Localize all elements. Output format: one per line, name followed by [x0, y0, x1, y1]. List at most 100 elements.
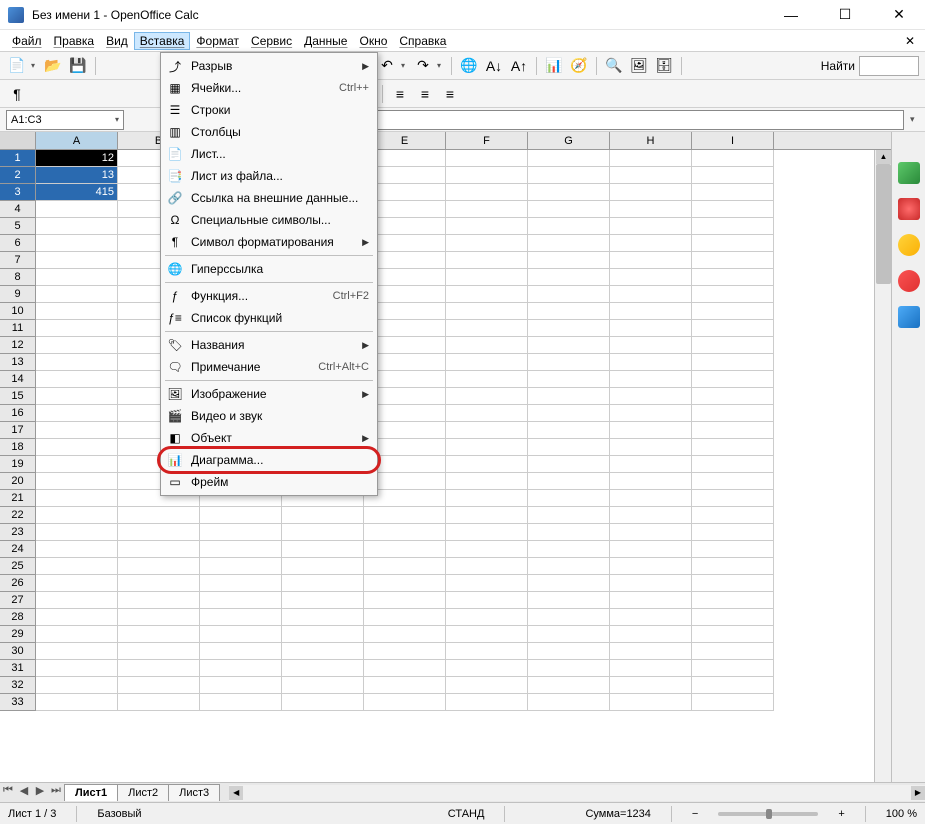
cell[interactable] [692, 184, 774, 201]
cell[interactable] [36, 303, 118, 320]
cell[interactable] [528, 320, 610, 337]
cell[interactable] [610, 694, 692, 711]
sort-desc-icon[interactable]: A↑ [508, 55, 530, 77]
cell[interactable] [610, 456, 692, 473]
cell[interactable] [692, 354, 774, 371]
cell[interactable] [528, 269, 610, 286]
cell[interactable] [118, 660, 200, 677]
col-header-G[interactable]: G [528, 132, 610, 149]
formula-input[interactable] [356, 110, 904, 130]
cell[interactable] [528, 609, 610, 626]
menu-item-разрыв[interactable]: ⤴Разрыв▶ [161, 55, 377, 77]
cell[interactable] [528, 371, 610, 388]
cell[interactable] [282, 507, 364, 524]
sort-asc-icon[interactable]: A↓ [483, 55, 505, 77]
cell[interactable] [528, 558, 610, 575]
row-header[interactable]: 8 [0, 269, 36, 286]
sidebar-functions-icon[interactable] [898, 306, 920, 328]
cell[interactable] [282, 677, 364, 694]
cell[interactable] [118, 677, 200, 694]
cell[interactable] [692, 507, 774, 524]
cell[interactable] [200, 524, 282, 541]
cell[interactable] [528, 456, 610, 473]
row-header[interactable]: 20 [0, 473, 36, 490]
hyperlink-tb-icon[interactable]: 🌐 [458, 55, 480, 77]
chart-tb-icon[interactable]: 📊 [543, 55, 565, 77]
cell[interactable] [446, 218, 528, 235]
menu-правка[interactable]: Правка [48, 32, 101, 50]
cell[interactable] [610, 524, 692, 541]
cell[interactable] [446, 388, 528, 405]
cell[interactable] [36, 575, 118, 592]
menu-данные[interactable]: Данные [298, 32, 353, 50]
row-header[interactable]: 26 [0, 575, 36, 592]
cell[interactable] [36, 371, 118, 388]
cell[interactable] [36, 201, 118, 218]
menu-item-ячейки[interactable]: ▦Ячейки...Ctrl++ [161, 77, 377, 99]
navigator-icon[interactable]: 🧭 [568, 55, 590, 77]
cell[interactable] [364, 694, 446, 711]
cell[interactable] [692, 150, 774, 167]
col-header-A[interactable]: A [36, 132, 118, 149]
cell[interactable] [200, 677, 282, 694]
col-header-H[interactable]: H [610, 132, 692, 149]
cell[interactable] [446, 473, 528, 490]
cell[interactable] [118, 694, 200, 711]
sheet-tab[interactable]: Лист2 [117, 784, 169, 801]
menu-item-символформатирования[interactable]: ¶Символ форматирования▶ [161, 231, 377, 253]
row-header[interactable]: 28 [0, 609, 36, 626]
cell[interactable] [528, 354, 610, 371]
cell[interactable] [692, 677, 774, 694]
cell[interactable] [528, 575, 610, 592]
cell[interactable] [692, 201, 774, 218]
cell[interactable] [446, 694, 528, 711]
cell[interactable] [610, 643, 692, 660]
select-all-corner[interactable] [0, 132, 36, 149]
cell[interactable] [446, 201, 528, 218]
cell[interactable] [528, 388, 610, 405]
cell[interactable] [282, 575, 364, 592]
gallery-icon[interactable]: 🖼 [628, 55, 650, 77]
row-header[interactable]: 6 [0, 235, 36, 252]
cell[interactable] [36, 252, 118, 269]
cell[interactable] [36, 541, 118, 558]
row-header[interactable]: 1 [0, 150, 36, 167]
align-left-icon[interactable]: ≡ [389, 83, 411, 105]
cell[interactable] [446, 524, 528, 541]
menu-справка[interactable]: Справка [393, 32, 452, 50]
menu-item-названия[interactable]: 🏷Названия▶ [161, 334, 377, 356]
cell[interactable] [692, 558, 774, 575]
cell[interactable] [364, 677, 446, 694]
align-center-icon[interactable]: ≡ [414, 83, 436, 105]
cell[interactable] [118, 643, 200, 660]
cell[interactable] [36, 643, 118, 660]
tab-last-icon[interactable]: ⏭ [48, 784, 64, 802]
row-header[interactable]: 19 [0, 456, 36, 473]
save-icon[interactable]: 💾 [67, 55, 89, 77]
cell[interactable] [528, 303, 610, 320]
menu-вставка[interactable]: Вставка [134, 32, 191, 50]
cell[interactable] [36, 558, 118, 575]
minimize-button[interactable]: — [773, 1, 809, 29]
cell[interactable] [610, 303, 692, 320]
row-header[interactable]: 2 [0, 167, 36, 184]
cell[interactable] [36, 490, 118, 507]
row-header[interactable]: 29 [0, 626, 36, 643]
cell[interactable]: 12 [36, 150, 118, 167]
menu-item-строки[interactable]: ☰Строки [161, 99, 377, 121]
cell[interactable] [528, 167, 610, 184]
row-header[interactable]: 15 [0, 388, 36, 405]
status-mode[interactable]: СТАНД [448, 808, 485, 820]
row-header[interactable]: 13 [0, 354, 36, 371]
row-header[interactable]: 27 [0, 592, 36, 609]
menu-item-специальныесимволы[interactable]: ΩСпециальные символы... [161, 209, 377, 231]
menu-item-объект[interactable]: ◧Объект▶ [161, 427, 377, 449]
row-header[interactable]: 22 [0, 507, 36, 524]
cell[interactable] [692, 456, 774, 473]
cell[interactable] [200, 694, 282, 711]
menu-item-диаграмма[interactable]: 📊Диаграмма... [161, 449, 377, 471]
row-header[interactable]: 23 [0, 524, 36, 541]
cell[interactable] [36, 660, 118, 677]
cell[interactable] [528, 286, 610, 303]
cell[interactable] [364, 507, 446, 524]
